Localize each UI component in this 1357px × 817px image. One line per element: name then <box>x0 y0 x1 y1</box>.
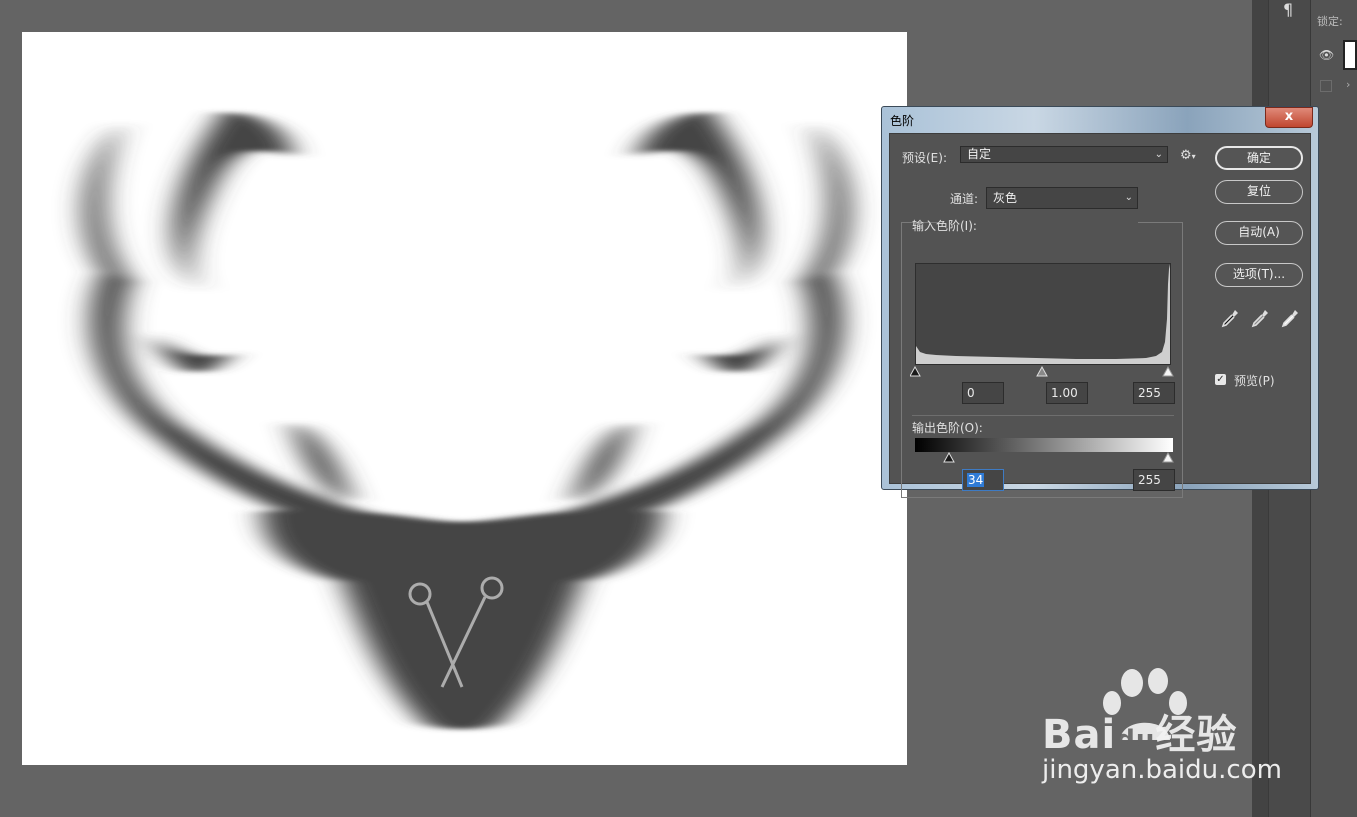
divider <box>912 415 1174 416</box>
dialog-body: 预设(E): 自定 ⌄ ⚙▾ 通道: 灰色 ⌄ 输入色阶(I): 0 1.00 … <box>889 133 1311 498</box>
histogram <box>915 263 1171 365</box>
levels-dialog: 色阶 x 预设(E): 自定 ⌄ ⚙▾ 通道: 灰色 ⌄ 输入色阶(I): 0 … <box>881 106 1319 498</box>
watermark-brand-prefix: Bai <box>1042 712 1117 758</box>
lock-label: 锁定: <box>1317 15 1343 28</box>
output-black-value: 34 <box>967 473 985 487</box>
chevron-down-icon: ⌄ <box>1154 149 1163 160</box>
chevron-right-icon[interactable]: › <box>1346 78 1350 91</box>
preview-checkbox[interactable]: ✓ <box>1215 374 1226 385</box>
paragraph-icon[interactable]: ¶ <box>1283 0 1293 19</box>
output-gradient-bar <box>915 438 1173 452</box>
preset-label: 预设(E): <box>902 151 947 165</box>
document-canvas[interactable] <box>22 32 907 765</box>
gray-eyedropper-icon[interactable] <box>1251 308 1269 328</box>
histogram-graph <box>916 264 1170 364</box>
chevron-down-icon: ⌄ <box>1124 192 1133 203</box>
output-white-slider[interactable] <box>1162 452 1174 463</box>
white-eyedropper-icon[interactable] <box>1281 308 1299 328</box>
input-white-field[interactable]: 255 <box>1133 382 1175 404</box>
input-gamma-slider[interactable] <box>1036 366 1048 377</box>
input-slider-track[interactable] <box>910 366 1175 378</box>
watermark-brand-paw: du <box>1116 725 1156 755</box>
antler-artwork <box>84 112 850 730</box>
preset-dropdown[interactable]: 自定 ⌄ <box>960 146 1168 163</box>
watermark-brand: Baidu经验 <box>1042 702 1237 760</box>
channel-value: 灰色 <box>993 191 1018 205</box>
ok-button[interactable]: 确定 <box>1215 146 1303 170</box>
channel-dropdown[interactable]: 灰色 ⌄ <box>986 187 1138 209</box>
reset-button[interactable]: 复位 <box>1215 180 1303 204</box>
visibility-eye-icon[interactable]: 👁 <box>1319 48 1334 62</box>
input-levels-label: 输入色阶(I): <box>912 219 977 233</box>
options-button[interactable]: 选项(T)... <box>1215 263 1303 287</box>
black-eyedropper-icon[interactable] <box>1221 308 1239 328</box>
dialog-title: 色阶 <box>890 114 915 128</box>
close-button[interactable]: x <box>1265 107 1313 128</box>
layer-thumbnail[interactable] <box>1343 40 1357 70</box>
input-black-field[interactable]: 0 <box>962 382 1004 404</box>
layer-checkbox[interactable] <box>1320 80 1332 92</box>
input-white-slider[interactable] <box>1162 366 1174 377</box>
watermark-brand-suffix: 经验 <box>1155 712 1238 758</box>
input-black-slider[interactable] <box>910 366 921 377</box>
auto-button[interactable]: 自动(A) <box>1215 221 1303 245</box>
output-black-slider[interactable] <box>943 452 955 463</box>
channel-label: 通道: <box>950 192 979 206</box>
output-white-field[interactable]: 255 <box>1133 469 1175 491</box>
gear-icon[interactable]: ⚙▾ <box>1180 148 1196 163</box>
output-slider-track[interactable] <box>910 452 1175 464</box>
input-gamma-field[interactable]: 1.00 <box>1046 382 1088 404</box>
output-black-field[interactable]: 34 <box>962 469 1004 491</box>
watermark-url: jingyan.baidu.com <box>1042 755 1282 785</box>
preview-label: 预览(P) <box>1234 374 1275 388</box>
output-levels-label: 输出色阶(O): <box>912 421 983 435</box>
preset-value: 自定 <box>967 147 992 161</box>
